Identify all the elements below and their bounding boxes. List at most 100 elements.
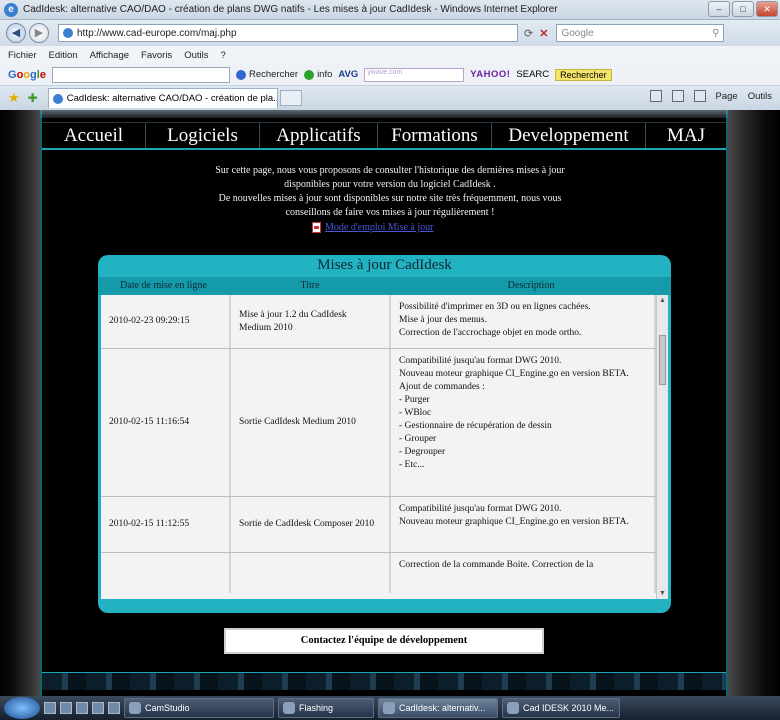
guide-link-row: Mode d'emploi Mise à jour: [312, 222, 433, 233]
quicklaunch-icon[interactable]: [92, 702, 104, 714]
window-title: CadIdesk: alternative CAO/DAO - création…: [23, 4, 558, 15]
page-menu[interactable]: Page: [716, 91, 738, 102]
url-text: http://www.cad-europe.com/maj.php: [77, 27, 237, 39]
feeds-icon[interactable]: [671, 90, 684, 102]
avg-button[interactable]: AVG: [338, 69, 358, 80]
scroll-down-icon[interactable]: ▼: [659, 590, 666, 597]
back-button[interactable]: ◀: [6, 23, 26, 43]
google-logo: Google: [8, 68, 46, 81]
print-icon[interactable]: [693, 90, 706, 102]
updates-table[interactable]: 2010-02-23 09:29:15 Mise à jour 1.2 du C…: [101, 295, 668, 599]
add-favorite-icon[interactable]: ✚: [28, 91, 38, 105]
page-frame-top: [0, 110, 780, 118]
row-date: 2010-02-15 11:12:55: [101, 497, 231, 552]
pdf-icon: [312, 222, 321, 233]
scroll-up-icon[interactable]: ▲: [659, 297, 666, 304]
nav-formations[interactable]: Formations: [378, 123, 492, 148]
close-window-button[interactable]: ✕: [756, 1, 778, 17]
address-bar: ◀ ▶ http://www.cad-europe.com/maj.php ⟳ …: [0, 20, 780, 46]
menu-edition[interactable]: Edition: [49, 50, 78, 61]
address-actions: ⟳ ✕: [524, 27, 548, 40]
menu-favoris[interactable]: Favoris: [141, 50, 172, 61]
yahoo-box-text: ywave.com: [367, 68, 403, 76]
menu-outils[interactable]: Outils: [184, 50, 208, 61]
taskbar: CamStudio Flashing CadIdesk: alternativ.…: [0, 696, 780, 720]
nav-applicatifs[interactable]: Applicatifs: [260, 123, 378, 148]
tools-menu[interactable]: Outils: [748, 91, 772, 102]
info-button[interactable]: info: [304, 69, 332, 80]
tab-title: CadIdesk: alternative CAO/DAO - création…: [66, 93, 278, 104]
yahoo-search-input[interactable]: ywave.com: [364, 67, 465, 82]
row-title: Sortie de CadIdesk Composer 2010: [231, 497, 391, 552]
nav-logiciels[interactable]: Logiciels: [146, 123, 260, 148]
stop-icon[interactable]: ✕: [539, 27, 548, 40]
taskbar-item-cadidesk-2010[interactable]: Cad IDESK 2010 Me...: [502, 698, 620, 718]
maximize-button[interactable]: □: [732, 1, 754, 17]
info-icon: [304, 69, 315, 80]
menu-fichier[interactable]: Fichier: [8, 50, 37, 61]
taskbar-item-cadidesk[interactable]: CadIdesk: alternativ...: [378, 698, 498, 718]
search-input[interactable]: Google ⚲: [556, 24, 725, 42]
menu-bar: Fichier Edition Affichage Favoris Outils…: [0, 46, 780, 64]
intro-line: Sur cette page, nous vous proposons de c…: [215, 165, 565, 176]
guide-link[interactable]: Mode d'emploi Mise à jour: [325, 222, 433, 233]
info-label: info: [317, 69, 333, 80]
column-header-date: Date de mise en ligne: [120, 280, 207, 291]
description-line: Compatibilité jusqu'au format DWG 2010.: [399, 356, 562, 366]
yahoo-logo: YAHOO!: [470, 69, 511, 80]
intro-line: conseillons de faire vos mises à jour ré…: [285, 207, 495, 218]
table-header: Date de mise en ligne Titre Description: [98, 277, 671, 295]
search-icon[interactable]: ⚲: [712, 28, 719, 39]
refresh-icon[interactable]: ⟳: [524, 27, 533, 40]
menu-affichage[interactable]: Affichage: [90, 50, 129, 61]
contact-button[interactable]: Contactez l'équipe de développement: [224, 628, 544, 654]
quicklaunch-icon[interactable]: [76, 702, 88, 714]
quicklaunch-icon[interactable]: [44, 702, 56, 714]
nav-maj[interactable]: MAJ: [646, 123, 726, 148]
favorites-star-icon[interactable]: ★: [8, 90, 20, 106]
table-row: 2010-02-15 11:16:54 Sortie CadIdesk Medi…: [101, 349, 668, 497]
row-title: Mise à jour 1.2 du CadIdesk Medium 2010: [231, 295, 391, 348]
quicklaunch-icon[interactable]: [60, 702, 72, 714]
scroll-thumb[interactable]: [659, 335, 666, 385]
minimize-button[interactable]: –: [708, 1, 730, 17]
nav-accueil[interactable]: Accueil: [42, 123, 146, 148]
nav-developpement[interactable]: Developpement: [492, 123, 646, 148]
quicklaunch-icon[interactable]: [108, 702, 120, 714]
tab-cadidesk[interactable]: CadIdesk: alternative CAO/DAO - création…: [47, 88, 278, 108]
google-search-icon: [235, 69, 246, 80]
start-button[interactable]: [4, 697, 40, 719]
column-header-description: Description: [507, 280, 555, 291]
description-line: Compatibilité jusqu'au format DWG 2010.: [399, 504, 562, 514]
row-description: Compatibilité jusqu'au format DWG 2010. …: [391, 497, 656, 552]
google-search-label: Rechercher: [248, 69, 299, 80]
description-line: Correction de l'accrochage objet en mode…: [399, 328, 582, 338]
forward-button[interactable]: ▶: [29, 23, 49, 43]
frame-line-left: [40, 110, 42, 696]
description-line: Nouveau moteur graphique CI_Engine.go en…: [399, 369, 629, 379]
google-search-button[interactable]: Rechercher: [235, 69, 299, 80]
taskbar-item-flashing[interactable]: Flashing: [278, 698, 374, 718]
toolbar-row: Google Rechercher info AVG ywave.com YAH…: [0, 64, 780, 86]
window-titlebar: e CadIdesk: alternative CAO/DAO - créati…: [0, 0, 780, 20]
description-line: - Degrouper: [399, 447, 446, 457]
tab-bar: ★ ✚ CadIdesk: alternative CAO/DAO - créa…: [0, 86, 780, 110]
description-line: Correction de la commande Boite. Correct…: [399, 560, 594, 570]
taskbar-item-camstudio[interactable]: CamStudio: [124, 698, 274, 718]
url-input[interactable]: http://www.cad-europe.com/maj.php: [58, 24, 518, 42]
home-icon[interactable]: [649, 90, 662, 102]
description-line: Mise à jour des menus.: [399, 315, 487, 325]
description-line: - Gestionnaire de récupération de dessin: [399, 421, 552, 431]
row-date: 2010-02-23 09:29:15: [101, 295, 231, 348]
description-line: - Etc...: [399, 460, 425, 470]
new-tab-button[interactable]: [279, 90, 302, 106]
page-frame-left: [0, 110, 40, 696]
rechercher-button[interactable]: Rechercher: [555, 68, 612, 81]
google-search-input[interactable]: [51, 66, 230, 83]
description-line: - Purger: [399, 395, 430, 405]
table-vertical-scrollbar[interactable]: ▲ ▼: [656, 295, 668, 599]
yahoo-search-label: SEARC: [516, 69, 550, 80]
row-description: Compatibilité jusqu'au format DWG 2010. …: [391, 349, 656, 496]
command-bar: Page Outils: [649, 90, 772, 102]
menu-help[interactable]: ?: [220, 50, 225, 61]
